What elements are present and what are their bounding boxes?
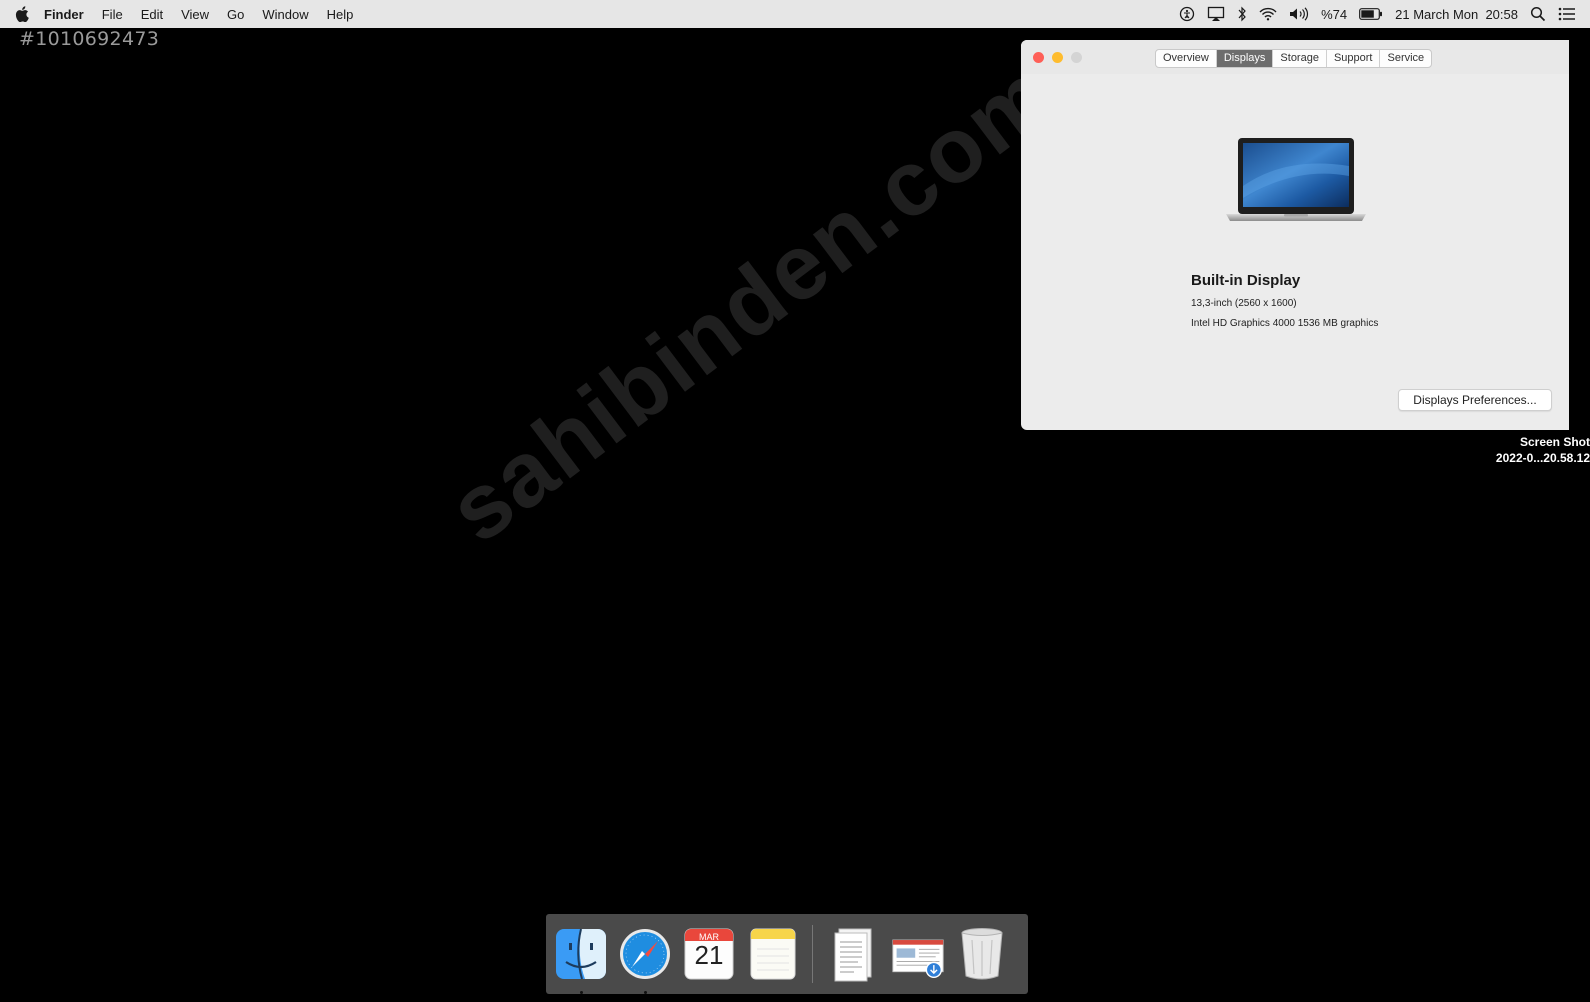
dock: MAR 21 <box>546 914 1028 994</box>
calendar-day: 21 <box>694 940 724 970</box>
displays-preferences-button[interactable]: Displays Preferences... <box>1398 389 1552 411</box>
display-graphics: Intel HD Graphics 4000 1536 MB graphics <box>1191 318 1379 329</box>
display-title: Built-in Display <box>1191 272 1301 289</box>
running-indicator <box>579 991 583 994</box>
safari-icon[interactable] <box>618 924 672 994</box>
menu-window[interactable]: Window <box>262 7 308 22</box>
minimize-button[interactable] <box>1052 52 1063 63</box>
battery-icon[interactable] <box>1359 8 1383 20</box>
menu-help[interactable]: Help <box>327 7 354 22</box>
status-area: %74 21 March Mon 20:58 <box>1179 0 1576 28</box>
accessibility-icon[interactable] <box>1179 6 1195 22</box>
traffic-lights <box>1033 52 1082 63</box>
file-name-line1: Screen Shot <box>1519 435 1590 449</box>
spotlight-search-icon[interactable] <box>1530 6 1546 22</box>
menu-edit[interactable]: Edit <box>141 7 163 22</box>
menu-file[interactable]: File <box>102 7 123 22</box>
window-titlebar[interactable]: Overview Displays Storage Support Servic… <box>1021 40 1569 74</box>
about-this-mac-window: Overview Displays Storage Support Servic… <box>1021 40 1569 430</box>
menu-view[interactable]: View <box>181 7 209 22</box>
calendar-icon[interactable]: MAR 21 <box>682 924 736 984</box>
wifi-icon[interactable] <box>1259 7 1277 21</box>
apple-menu-icon[interactable] <box>0 6 44 22</box>
tab-displays[interactable]: Displays <box>1216 50 1274 67</box>
menu-bar: Finder File Edit View Go Window Help %74… <box>0 0 1590 28</box>
running-indicator <box>643 991 647 994</box>
tab-bar: Overview Displays Storage Support Servic… <box>1155 49 1433 68</box>
downloads-icon[interactable] <box>891 924 945 984</box>
bluetooth-icon[interactable] <box>1237 6 1247 22</box>
battery-percent[interactable]: %74 <box>1321 7 1347 22</box>
menubar-clock[interactable]: 21 March Mon 20:58 <box>1395 7 1518 22</box>
notes-icon[interactable] <box>746 924 800 984</box>
dock-separator <box>812 925 813 983</box>
documents-icon[interactable] <box>827 924 881 984</box>
airplay-icon[interactable] <box>1207 6 1225 22</box>
watermark: sahibinden.com <box>430 42 1074 563</box>
desktop-screenshot-file[interactable]: Screen Shot 2022-0...20.58.12 <box>1450 434 1590 466</box>
file-name-line2: 2022-0...20.58.12 <box>1495 451 1590 465</box>
zoom-button <box>1071 52 1082 63</box>
trash-icon[interactable] <box>955 924 1009 984</box>
listing-id-text: #1010692473 <box>19 28 160 50</box>
notification-center-icon[interactable] <box>1558 7 1576 21</box>
tab-service[interactable]: Service <box>1380 50 1431 67</box>
tab-overview[interactable]: Overview <box>1156 50 1217 67</box>
laptop-icon <box>1226 136 1366 233</box>
volume-icon[interactable] <box>1289 7 1309 21</box>
finder-icon[interactable] <box>554 924 608 994</box>
tab-support[interactable]: Support <box>1327 50 1381 67</box>
display-resolution: 13,3-inch (2560 x 1600) <box>1191 298 1297 309</box>
tab-storage[interactable]: Storage <box>1273 50 1327 67</box>
menu-finder[interactable]: Finder <box>44 7 84 22</box>
close-button[interactable] <box>1033 52 1044 63</box>
menu-go[interactable]: Go <box>227 7 244 22</box>
